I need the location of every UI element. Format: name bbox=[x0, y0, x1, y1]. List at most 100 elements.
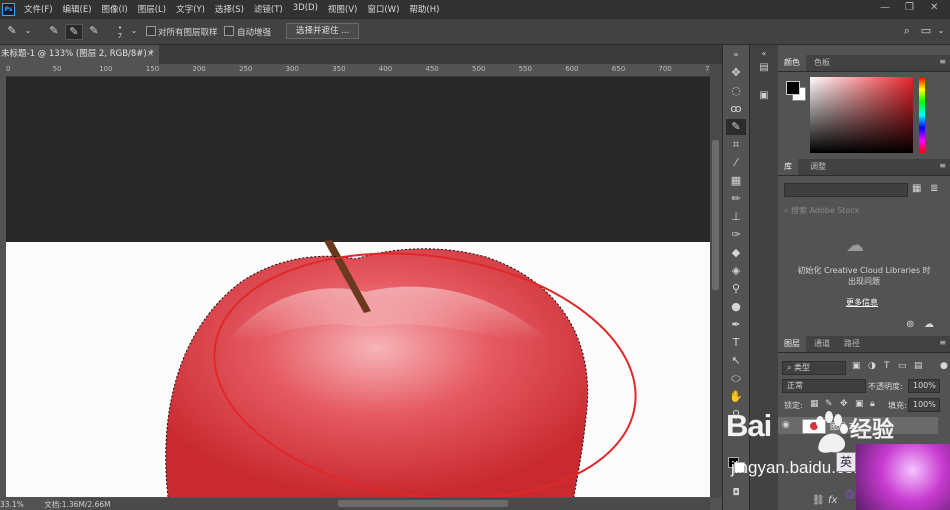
lasso-tool-icon[interactable]: ꝏ bbox=[726, 101, 746, 117]
layer-filter-dropdown[interactable]: ⌕ 类型 bbox=[782, 361, 846, 375]
blend-mode-dropdown[interactable]: 正常 bbox=[782, 379, 866, 393]
menu-window[interactable]: 窗口(W) bbox=[367, 3, 399, 15]
history-panel-icon[interactable]: ▤ bbox=[756, 61, 772, 75]
more-info-link[interactable]: 更多信息 bbox=[846, 297, 878, 308]
layer-name[interactable]: 图层 2 bbox=[830, 421, 854, 432]
vertical-scroll-thumb[interactable] bbox=[712, 140, 719, 290]
menu-file[interactable]: 文件(F) bbox=[24, 3, 53, 15]
menu-help[interactable]: 帮助(H) bbox=[409, 3, 439, 15]
opacity-input[interactable]: 100% bbox=[908, 379, 940, 393]
tab-layers[interactable]: 图层 bbox=[778, 336, 806, 352]
panel-menu-icon[interactable]: ≡ bbox=[939, 338, 946, 347]
panel-menu-icon[interactable]: ≡ bbox=[939, 57, 946, 66]
tab-paths[interactable]: 路径 bbox=[838, 336, 866, 352]
lock-image-icon[interactable]: ✎ bbox=[825, 399, 833, 409]
stock-search-input[interactable]: ⌕ 搜索 Adobe Stock bbox=[784, 205, 860, 216]
horizontal-scrollbar[interactable] bbox=[60, 498, 710, 510]
filter-toggle-icon[interactable]: ● bbox=[940, 361, 948, 371]
chevron-down-icon[interactable]: ⌄ bbox=[933, 24, 949, 38]
tab-swatches[interactable]: 色板 bbox=[808, 55, 836, 71]
properties-panel-icon[interactable]: ▣ bbox=[756, 89, 772, 103]
move-tool-icon[interactable]: ✥ bbox=[726, 65, 746, 81]
foreground-color-swatch[interactable] bbox=[786, 81, 800, 95]
menu-3d[interactable]: 3D(D) bbox=[293, 3, 318, 15]
cc-sync-icon[interactable]: ⊚ bbox=[906, 319, 914, 330]
paint-bucket-tool-icon[interactable]: ◈ bbox=[726, 263, 746, 279]
visibility-eye-icon[interactable]: ◉ bbox=[782, 420, 790, 430]
quick-mask-icon[interactable]: ◘ bbox=[726, 485, 746, 501]
pen-tool-icon[interactable]: ✒ bbox=[726, 317, 746, 333]
maximize-icon[interactable]: ❐ bbox=[905, 2, 914, 13]
chevron-down-icon[interactable]: ⌄ bbox=[126, 24, 142, 38]
tab-color[interactable]: 颜色 bbox=[778, 55, 806, 71]
collapse-icon[interactable]: « bbox=[756, 47, 772, 61]
path-selection-tool-icon[interactable]: ↖ bbox=[726, 353, 746, 369]
menu-edit[interactable]: 编辑(E) bbox=[63, 3, 92, 15]
eyedropper-tool-icon[interactable]: ⁄ bbox=[726, 155, 746, 171]
menu-filter[interactable]: 滤镜(T) bbox=[254, 3, 283, 15]
tab-libraries[interactable]: 库 bbox=[778, 159, 798, 175]
crop-tool-icon[interactable]: ⌗ bbox=[726, 137, 746, 153]
history-brush-tool-icon[interactable]: ✑ bbox=[726, 227, 746, 243]
auto-enhance-checkbox[interactable] bbox=[224, 26, 234, 36]
blur-tool-icon[interactable]: ● bbox=[726, 299, 746, 315]
workspace-icon[interactable]: ▭ bbox=[918, 24, 934, 38]
collapse-icon[interactable]: » bbox=[726, 47, 746, 63]
healing-brush-tool-icon[interactable]: ▦ bbox=[726, 173, 746, 189]
menu-select[interactable]: 选择(S) bbox=[215, 3, 244, 15]
tab-adjustments[interactable]: 调整 bbox=[804, 159, 832, 175]
tool-preset-icon[interactable]: ✎ bbox=[4, 24, 20, 38]
document-tab[interactable]: 未标题-1 @ 133% (图层 2, RGB/8#) * × bbox=[0, 45, 159, 64]
menu-type[interactable]: 文字(Y) bbox=[176, 3, 205, 15]
marquee-tool-icon[interactable]: ◌ bbox=[726, 83, 746, 99]
clone-stamp-tool-icon[interactable]: ⊥ bbox=[726, 209, 746, 225]
horizontal-scroll-thumb[interactable] bbox=[338, 500, 508, 507]
document-canvas[interactable] bbox=[6, 77, 710, 497]
fill-input[interactable]: 100% bbox=[908, 398, 940, 412]
chevron-down-icon[interactable]: ⌄ bbox=[20, 24, 36, 38]
hand-tool-icon[interactable]: ✋ bbox=[726, 389, 746, 405]
sample-all-checkbox[interactable] bbox=[146, 26, 156, 36]
lock-transparent-icon[interactable]: ▦ bbox=[810, 399, 819, 409]
menu-image[interactable]: 图像(I) bbox=[102, 3, 128, 15]
panel-menu-icon[interactable]: ≡ bbox=[939, 161, 946, 170]
new-selection-icon[interactable]: ✎ bbox=[46, 24, 62, 38]
menu-layer[interactable]: 图层(L) bbox=[138, 3, 166, 15]
brush-tool-icon[interactable]: ✏ bbox=[726, 191, 746, 207]
dodge-tool-icon[interactable]: ⚲ bbox=[726, 281, 746, 297]
filter-adjustment-icon[interactable]: ◑ bbox=[868, 361, 876, 371]
shape-tool-icon[interactable]: ⬭ bbox=[726, 371, 746, 387]
grid-view-icon[interactable]: ▦ bbox=[912, 183, 921, 194]
filter-pixel-icon[interactable]: ▣ bbox=[852, 361, 861, 371]
cloud-icon[interactable]: ☁ bbox=[924, 319, 934, 330]
fx-icon[interactable]: fx bbox=[828, 495, 837, 506]
add-to-selection-icon[interactable]: ✎ bbox=[65, 24, 83, 40]
close-tab-icon[interactable]: × bbox=[147, 45, 154, 64]
layer-row[interactable]: ◉ 图层 2 bbox=[778, 417, 938, 434]
more-tools-icon[interactable]: ··· bbox=[726, 429, 746, 445]
lock-position-icon[interactable]: ✥ bbox=[840, 399, 848, 409]
quick-selection-tool-icon[interactable]: ✎ bbox=[726, 119, 746, 135]
close-icon[interactable]: ✕ bbox=[930, 2, 938, 13]
lock-artboard-icon[interactable]: ▣ bbox=[855, 399, 864, 409]
select-and-mask-button[interactable]: 选择并遮住 ... bbox=[286, 23, 360, 39]
filter-type-icon[interactable]: T bbox=[884, 361, 890, 371]
background-color-swatch[interactable] bbox=[734, 462, 745, 473]
filter-smart-object-icon[interactable]: ▤ bbox=[914, 361, 923, 371]
minimize-icon[interactable]: — bbox=[880, 2, 890, 13]
list-view-icon[interactable]: ≣ bbox=[930, 183, 938, 194]
library-dropdown[interactable] bbox=[784, 183, 908, 197]
menu-view[interactable]: 视图(V) bbox=[328, 3, 357, 15]
hue-slider[interactable] bbox=[919, 77, 925, 153]
tab-channels[interactable]: 通道 bbox=[808, 336, 836, 352]
filter-shape-icon[interactable]: ▭ bbox=[898, 361, 907, 371]
zoom-tool-icon[interactable]: ⚲ bbox=[726, 407, 746, 423]
lock-all-icon[interactable]: 🔒︎ bbox=[870, 399, 875, 409]
type-tool-icon[interactable]: T bbox=[726, 335, 746, 351]
color-spectrum[interactable] bbox=[810, 77, 913, 153]
eraser-tool-icon[interactable]: ◆ bbox=[726, 245, 746, 261]
zoom-level[interactable]: 33.1% bbox=[0, 500, 24, 509]
vertical-scrollbar[interactable] bbox=[710, 64, 722, 498]
link-icon[interactable]: ⛓ bbox=[812, 495, 825, 506]
search-icon[interactable]: ⌕ bbox=[899, 24, 915, 38]
